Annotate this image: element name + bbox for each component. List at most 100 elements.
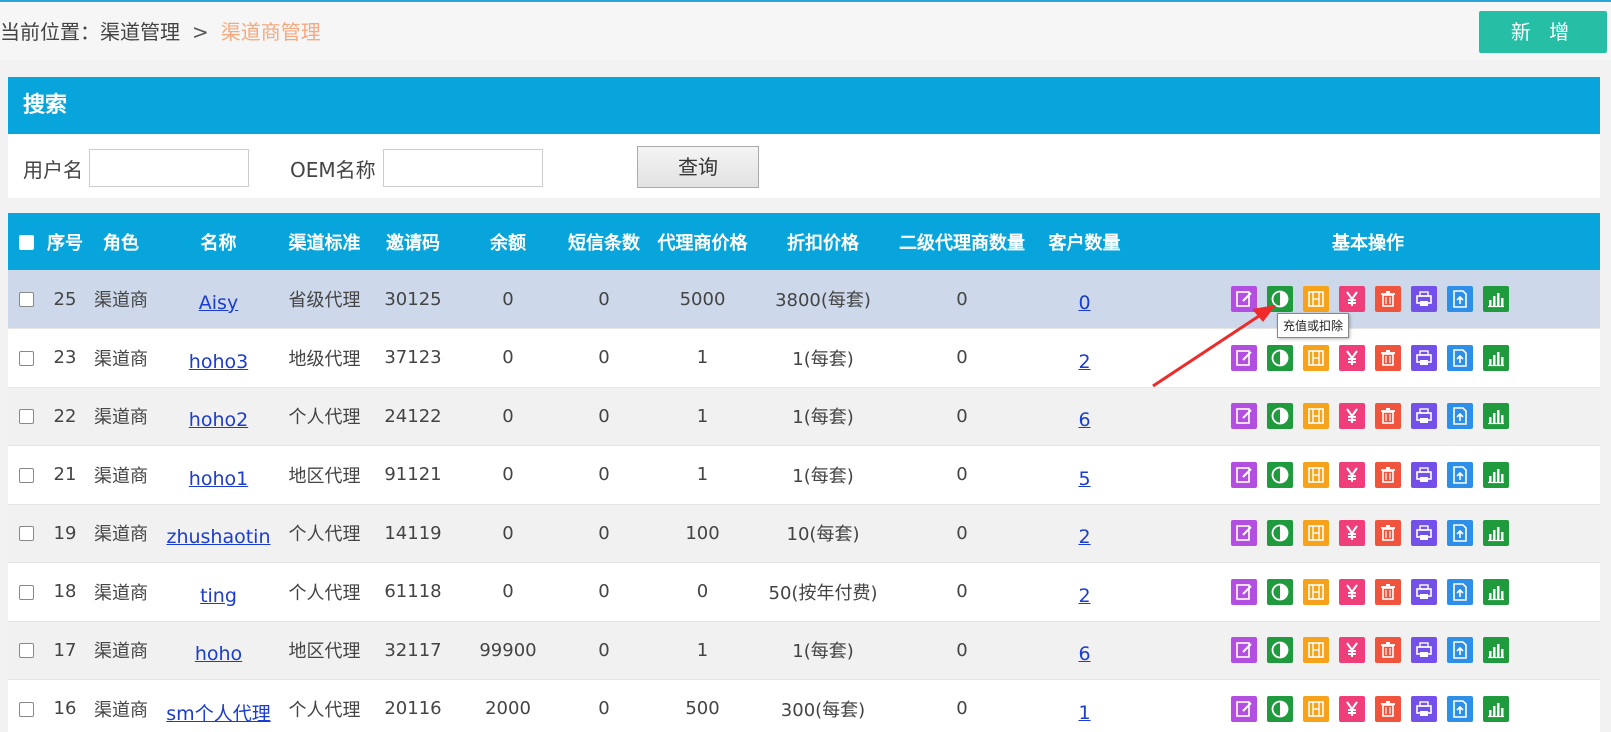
name-link[interactable]: hoho1: [189, 468, 248, 490]
printer-button[interactable]: [1411, 695, 1437, 722]
name-link[interactable]: hoho3: [189, 351, 248, 373]
contrast-button[interactable]: [1267, 695, 1293, 722]
document-button[interactable]: [1447, 520, 1473, 547]
yen-button[interactable]: [1339, 286, 1365, 312]
recharge-button[interactable]: [1303, 286, 1329, 312]
contrast-button[interactable]: [1267, 286, 1293, 312]
bar-chart-button[interactable]: [1483, 403, 1509, 430]
yen-button[interactable]: [1339, 578, 1365, 605]
document-button[interactable]: [1447, 637, 1473, 664]
col-header: 邀请码: [386, 232, 440, 254]
customer-count-link[interactable]: 2: [1078, 351, 1090, 373]
recharge-button[interactable]: [1303, 403, 1329, 430]
row-checkbox[interactable]: [18, 701, 34, 717]
row-checkbox[interactable]: [18, 643, 34, 659]
contrast-button[interactable]: [1267, 578, 1293, 605]
edit-button[interactable]: [1231, 637, 1257, 664]
customer-count-link[interactable]: 0: [1078, 292, 1090, 314]
row-checkbox[interactable]: [18, 526, 34, 542]
recharge-icon: [1308, 291, 1324, 307]
bar-chart-button[interactable]: [1483, 520, 1509, 547]
document-button[interactable]: [1447, 578, 1473, 605]
document-button[interactable]: [1447, 461, 1473, 488]
contrast-icon: [1271, 583, 1289, 601]
query-button[interactable]: 查询: [637, 146, 759, 188]
yen-button[interactable]: [1339, 344, 1365, 371]
customer-count-link[interactable]: 2: [1078, 526, 1090, 548]
printer-button[interactable]: [1411, 403, 1437, 430]
customer-count-link[interactable]: 5: [1078, 468, 1090, 490]
row-checkbox[interactable]: [18, 292, 34, 307]
select-all-checkbox[interactable]: [18, 234, 34, 250]
edit-button[interactable]: [1231, 344, 1257, 371]
trash-button[interactable]: [1375, 695, 1401, 722]
printer-button[interactable]: [1411, 637, 1437, 664]
code-cell: 32117: [368, 621, 458, 680]
printer-button[interactable]: [1411, 344, 1437, 371]
row-checkbox[interactable]: [18, 350, 34, 366]
name-link[interactable]: ting: [200, 585, 237, 607]
oem-name-input[interactable]: [383, 149, 543, 187]
printer-button[interactable]: [1411, 461, 1437, 488]
trash-button[interactable]: [1375, 403, 1401, 430]
trash-button[interactable]: [1375, 578, 1401, 605]
yen-button[interactable]: [1339, 637, 1365, 664]
bar-chart-button[interactable]: [1483, 578, 1509, 605]
printer-button[interactable]: [1411, 286, 1437, 312]
recharge-button[interactable]: [1303, 461, 1329, 488]
edit-button[interactable]: [1231, 286, 1257, 312]
trash-button[interactable]: [1375, 344, 1401, 371]
bar-chart-button[interactable]: [1483, 637, 1509, 664]
username-input[interactable]: [89, 149, 249, 187]
recharge-button[interactable]: [1303, 695, 1329, 722]
edit-button[interactable]: [1231, 461, 1257, 488]
col-header: 折扣价格: [787, 232, 859, 254]
customer-count-link[interactable]: 6: [1078, 409, 1090, 431]
trash-button[interactable]: [1375, 637, 1401, 664]
name-link[interactable]: zhushaotin: [166, 526, 270, 548]
contrast-button[interactable]: [1267, 403, 1293, 430]
customer-count-link[interactable]: 6: [1078, 643, 1090, 665]
contrast-button[interactable]: [1267, 344, 1293, 371]
recharge-button[interactable]: [1303, 578, 1329, 605]
edit-button[interactable]: [1231, 695, 1257, 722]
row-checkbox[interactable]: [18, 409, 34, 425]
document-button[interactable]: [1447, 344, 1473, 371]
trash-button[interactable]: [1375, 461, 1401, 488]
yen-button[interactable]: [1339, 520, 1365, 547]
printer-button[interactable]: [1411, 578, 1437, 605]
yen-button[interactable]: [1339, 461, 1365, 488]
document-button[interactable]: [1447, 286, 1473, 312]
bar-chart-button[interactable]: [1483, 344, 1509, 371]
recharge-button[interactable]: [1303, 344, 1329, 371]
trash-icon: [1381, 700, 1395, 717]
row-checkbox[interactable]: [18, 467, 34, 483]
name-link[interactable]: sm个人代理: [166, 703, 270, 725]
document-button[interactable]: [1447, 403, 1473, 430]
recharge-button[interactable]: [1303, 637, 1329, 664]
recharge-button[interactable]: [1303, 520, 1329, 547]
bar-chart-icon: [1488, 585, 1504, 600]
edit-button[interactable]: [1231, 403, 1257, 430]
add-button[interactable]: 新 增: [1479, 11, 1607, 53]
contrast-button[interactable]: [1267, 637, 1293, 664]
customer-count-link[interactable]: 1: [1078, 702, 1090, 724]
yen-button[interactable]: [1339, 403, 1365, 430]
bar-chart-button[interactable]: [1483, 461, 1509, 488]
trash-button[interactable]: [1375, 520, 1401, 547]
name-link[interactable]: Aisy: [199, 292, 238, 314]
contrast-button[interactable]: [1267, 520, 1293, 547]
edit-button[interactable]: [1231, 578, 1257, 605]
edit-button[interactable]: [1231, 520, 1257, 547]
name-link[interactable]: hoho2: [189, 409, 248, 431]
document-button[interactable]: [1447, 695, 1473, 722]
yen-button[interactable]: [1339, 695, 1365, 722]
trash-button[interactable]: [1375, 286, 1401, 312]
customer-count-link[interactable]: 2: [1078, 585, 1090, 607]
row-checkbox[interactable]: [18, 584, 34, 600]
bar-chart-button[interactable]: [1483, 695, 1509, 722]
name-link[interactable]: hoho: [195, 643, 242, 665]
bar-chart-button[interactable]: [1483, 286, 1509, 312]
printer-button[interactable]: [1411, 520, 1437, 547]
contrast-button[interactable]: [1267, 461, 1293, 488]
